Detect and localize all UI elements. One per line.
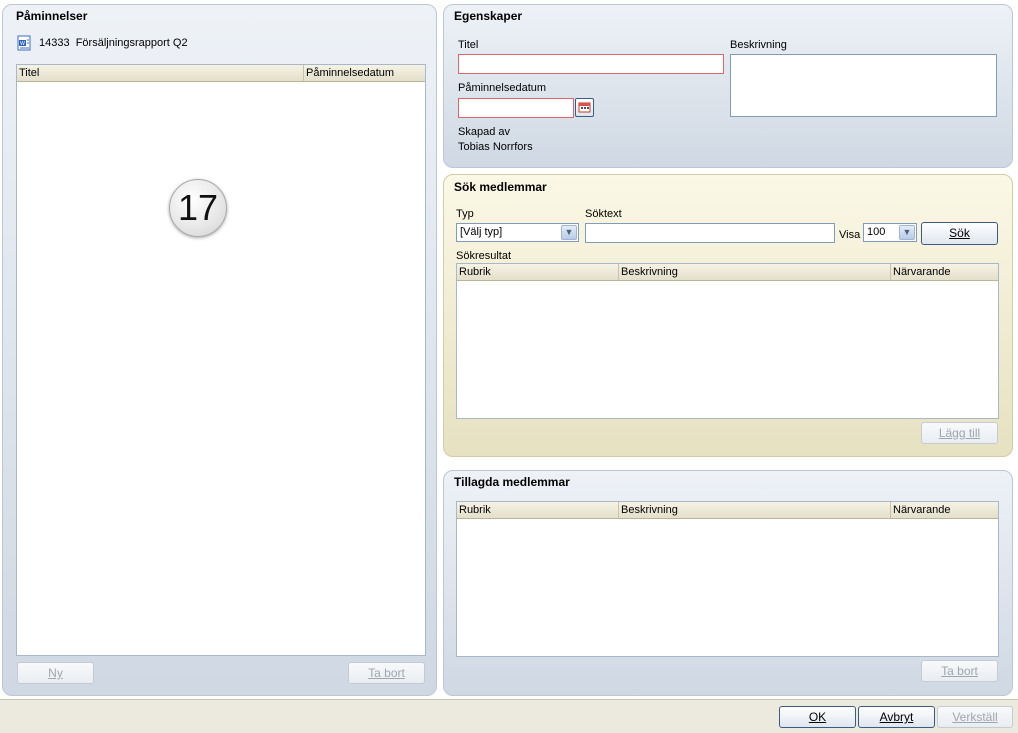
apply-button[interactable]: Verkställ xyxy=(937,706,1013,728)
reminders-list[interactable]: Titel Påminnelsedatum xyxy=(16,64,426,656)
column-rubrik[interactable]: Rubrik xyxy=(457,502,619,518)
add-member-button[interactable]: Lägg till xyxy=(921,422,998,444)
search-results-list[interactable]: Rubrik Beskrivning Närvarande xyxy=(456,263,999,419)
description-label: Beskrivning xyxy=(730,39,787,51)
search-results-header: Rubrik Beskrivning Närvarande xyxy=(457,264,998,281)
created-by-value: Tobias Norrfors xyxy=(458,141,533,153)
added-members-panel: Tillagda medlemmar Rubrik Beskrivning Nä… xyxy=(443,470,1013,696)
description-input[interactable] xyxy=(730,54,997,117)
added-members-list[interactable]: Rubrik Beskrivning Närvarande xyxy=(456,501,999,657)
reminders-panel: Påminnelser W 14333 Försäljningsrapport … xyxy=(2,4,437,696)
chevron-down-icon: ▼ xyxy=(899,225,915,240)
type-label: Typ xyxy=(456,208,474,220)
word-document-icon: W xyxy=(17,35,31,51)
reminder-item-label: 14333 Försäljningsrapport Q2 xyxy=(39,37,188,49)
reminder-date-input[interactable] xyxy=(458,98,574,118)
title-label: Titel xyxy=(458,39,479,51)
added-members-header: Rubrik Beskrivning Närvarande xyxy=(457,502,998,519)
column-narvarande[interactable]: Närvarande xyxy=(891,264,998,280)
search-button[interactable]: Sök xyxy=(921,222,998,245)
type-select-value: [Välj typ] xyxy=(460,226,503,238)
remove-reminder-button[interactable]: Ta bort xyxy=(348,662,425,684)
remove-member-button[interactable]: Ta bort xyxy=(921,660,998,682)
reminder-date-label: Påminnelsedatum xyxy=(458,82,547,94)
column-beskrivning[interactable]: Beskrivning xyxy=(619,502,891,518)
step-number-badge: 17 xyxy=(169,179,227,237)
reminder-item[interactable]: W 14333 Försäljningsrapport Q2 xyxy=(16,35,316,51)
show-select-value: 100 xyxy=(867,226,886,238)
reminders-list-header: Titel Påminnelsedatum xyxy=(17,65,425,82)
title-input[interactable] xyxy=(458,54,724,74)
svg-text:W: W xyxy=(20,41,25,47)
chevron-down-icon: ▼ xyxy=(561,225,577,240)
column-narvarande[interactable]: Närvarande xyxy=(891,502,998,518)
search-text-label: Söktext xyxy=(585,208,622,220)
ok-button[interactable]: OK xyxy=(779,706,856,728)
calendar-button[interactable] xyxy=(575,98,594,117)
added-title: Tillagda medlemmar xyxy=(454,475,570,489)
properties-title: Egenskaper xyxy=(454,9,523,23)
created-by-label: Skapad av xyxy=(458,126,510,138)
type-select[interactable]: [Välj typ] ▼ xyxy=(456,223,579,242)
search-results-label: Sökresultat xyxy=(456,250,512,262)
reminders-title: Påminnelser xyxy=(16,9,88,23)
column-rubrik[interactable]: Rubrik xyxy=(457,264,619,280)
dialog-footer: OK Avbryt Verkställ xyxy=(0,699,1018,733)
column-beskrivning[interactable]: Beskrivning xyxy=(619,264,891,280)
calendar-icon xyxy=(578,102,591,113)
show-select[interactable]: 100 ▼ xyxy=(863,223,917,242)
search-text-input[interactable] xyxy=(585,223,835,243)
column-paminnelsedatum[interactable]: Påminnelsedatum xyxy=(304,65,425,81)
properties-panel: Egenskaper Titel Beskrivning Påminnelsed… xyxy=(443,4,1013,168)
show-label: Visa xyxy=(839,229,861,241)
column-titel[interactable]: Titel xyxy=(17,65,304,81)
search-title: Sök medlemmar xyxy=(454,180,547,194)
new-button[interactable]: Ny xyxy=(17,662,94,684)
search-members-panel: Sök medlemmar Typ [Välj typ] ▼ Söktext V… xyxy=(443,174,1013,457)
cancel-button[interactable]: Avbryt xyxy=(858,706,935,728)
